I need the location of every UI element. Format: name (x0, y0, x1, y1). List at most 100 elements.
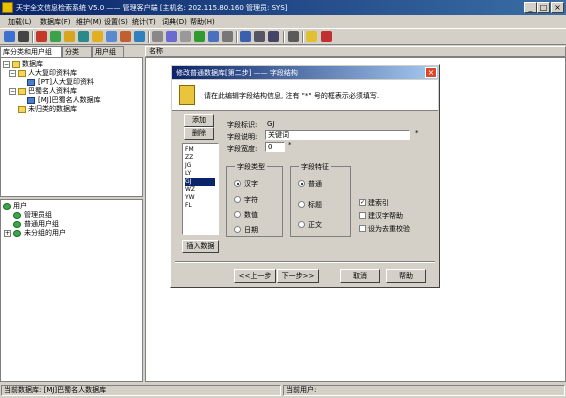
db-edit-icon[interactable] (50, 31, 61, 42)
user-group-icon (13, 212, 21, 219)
cancel-button[interactable]: 取消 (340, 269, 380, 283)
checkbox-dedup[interactable] (359, 225, 366, 232)
print-icon[interactable] (222, 31, 233, 42)
collapse-icon[interactable]: − (9, 70, 16, 77)
list-item[interactable]: JG (185, 162, 215, 170)
field-width-input[interactable]: 0 (265, 142, 285, 152)
export-icon[interactable] (208, 31, 219, 42)
user-icon[interactable] (240, 31, 251, 42)
dialog-titlebar: 修改普通数据库[第二步] —— 字段结构 × (172, 66, 438, 79)
checkbox-build-index[interactable]: ✓ (359, 199, 366, 206)
delete-field-button[interactable]: 删除 (184, 127, 214, 140)
folder-icon (18, 106, 26, 113)
minimize-button[interactable]: _ (524, 2, 537, 13)
menu-load[interactable]: 加载(L) (8, 17, 31, 27)
tab-user-groups[interactable]: 用户组 (92, 46, 124, 57)
field-list[interactable]: FM ZZ JG LY GJ WZ YW FL (182, 143, 219, 235)
next-button[interactable]: 下一步>> (277, 269, 319, 283)
connect-icon[interactable] (4, 31, 15, 42)
permission-icon[interactable] (268, 31, 279, 42)
collapse-icon[interactable]: − (3, 61, 10, 68)
menu-database[interactable]: 数据库(F) (40, 17, 71, 27)
toolbar-separator (236, 31, 238, 43)
status-current-user: 当前用户: (283, 385, 565, 396)
left-tabs: 库分类和用户组 分类 用户组 (0, 46, 143, 57)
menu-settings[interactable]: 设置(S) (104, 17, 128, 27)
index-icon[interactable] (152, 31, 163, 42)
column-header-name[interactable]: 名称 (145, 46, 566, 57)
help-icon[interactable] (306, 31, 317, 42)
radio-normal[interactable] (298, 180, 305, 187)
db-tool2-icon[interactable] (106, 31, 117, 42)
document-icon (179, 85, 195, 105)
radio-date[interactable] (234, 226, 241, 233)
expand-icon[interactable]: + (4, 230, 11, 237)
db-tool1-icon[interactable] (92, 31, 103, 42)
radio-hanzi[interactable] (234, 180, 241, 187)
list-item-selected[interactable]: GJ (185, 178, 215, 186)
field-width-label: 字段宽度: (227, 145, 258, 153)
list-item[interactable]: WZ (185, 186, 215, 194)
users-icon (3, 203, 11, 210)
collapse-icon[interactable]: − (9, 88, 16, 95)
radio-title[interactable] (298, 201, 305, 208)
field-desc-input[interactable]: 关键词 (265, 130, 410, 140)
db-tool3-icon[interactable] (120, 31, 131, 42)
field-feature-group: 字段特征 普通 标题 正文 (290, 162, 351, 237)
menu-stats[interactable]: 统计(T) (132, 17, 156, 27)
field-structure-dialog: 修改普通数据库[第二步] —— 字段结构 × 请在此编辑字段结构信息, 注有 "… (170, 64, 440, 288)
database-icon (27, 97, 35, 104)
required-mark: * (288, 141, 292, 149)
menu-help[interactable]: 帮助(H) (190, 17, 215, 27)
toolbar-separator (302, 31, 304, 43)
db-tool4-icon[interactable] (134, 31, 145, 42)
radio-number[interactable] (234, 211, 241, 218)
field-type-group: 字段类型 汉字 字符 数值 日期 (226, 162, 283, 237)
insert-data-button[interactable]: 插入数据 (182, 240, 219, 253)
checkbox-hanzi-help[interactable] (359, 212, 366, 219)
field-desc-label: 字段说明: (227, 133, 258, 141)
dialog-title: 修改普通数据库[第二步] —— 字段结构 (176, 69, 298, 77)
database-tree: − 数据库 − 人大复印资料库 [PT]人大复印资料 − 巴蜀名人资料库 [MJ… (0, 57, 143, 197)
user-tree: 用户 管理员组 普通用户组 + 未分组的用户 (0, 199, 143, 382)
dialog-close-button[interactable]: × (425, 67, 437, 78)
field-feature-title: 字段特征 (299, 162, 331, 172)
dialog-header: 请在此编辑字段结构信息, 注有 "*" 号的框表示必须填写. (172, 80, 438, 111)
status-current-db: 当前数据库: [MJ]巴蜀名人数据库 (1, 385, 281, 396)
add-field-button[interactable]: 添加 (184, 114, 214, 127)
list-item[interactable]: FM (185, 146, 215, 154)
folder-icon (18, 88, 26, 95)
list-item[interactable]: LY (185, 170, 215, 178)
toolbar-separator (283, 31, 285, 43)
close-button[interactable]: × (551, 2, 564, 13)
chart-icon[interactable] (194, 31, 205, 42)
menu-maintain[interactable]: 维护(M) (76, 17, 102, 27)
dialog-instruction: 请在此编辑字段结构信息, 注有 "*" 号的框表示必须填写. (204, 92, 380, 100)
window-title: 天宇全文信息检索系统 V5.0 —— 管理客户端 [主机名: 202.115.8… (16, 4, 288, 12)
db-delete-icon[interactable] (64, 31, 75, 42)
tools-icon[interactable] (288, 31, 299, 42)
exit-icon[interactable] (321, 31, 332, 42)
db-open-icon[interactable] (78, 31, 89, 42)
list-item[interactable]: FL (185, 202, 215, 210)
list-item[interactable]: YW (185, 194, 215, 202)
user-group-icon (13, 230, 21, 237)
field-type-title: 字段类型 (235, 162, 267, 172)
radio-body[interactable] (298, 221, 305, 228)
maximize-button[interactable]: □ (537, 2, 550, 13)
group-icon[interactable] (254, 31, 265, 42)
menu-dictionary[interactable]: 词典(D) (162, 17, 187, 27)
tab-categories[interactable]: 分类 (62, 46, 92, 57)
db-add-icon[interactable] (36, 31, 47, 42)
list-item[interactable]: ZZ (185, 154, 215, 162)
tab-db-groups[interactable]: 库分类和用户组 (0, 46, 62, 57)
save-icon[interactable] (18, 31, 29, 42)
import-icon[interactable] (180, 31, 191, 42)
toolbar-separator (32, 31, 34, 43)
prev-button[interactable]: <<上一步 (234, 269, 276, 283)
field-id-value: GJ (267, 120, 275, 128)
help-button[interactable]: 帮助 (386, 269, 426, 283)
rebuild-icon[interactable] (166, 31, 177, 42)
main-titlebar: 天宇全文信息检索系统 V5.0 —— 管理客户端 [主机名: 202.115.8… (0, 0, 566, 15)
radio-char[interactable] (234, 196, 241, 203)
